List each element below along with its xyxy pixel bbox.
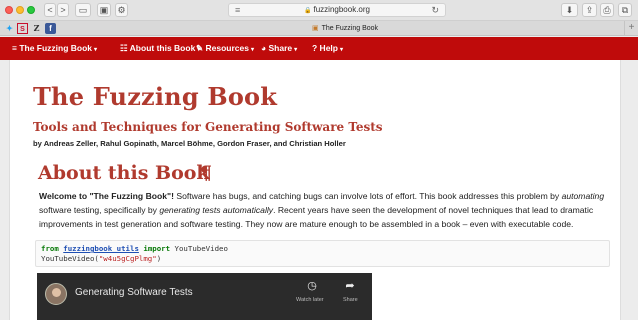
- watch-later-label: Watch later: [296, 297, 324, 303]
- downloads-button[interactable]: ⬇: [561, 3, 578, 17]
- reload-icon[interactable]: ↻: [431, 4, 439, 16]
- chevron-down-icon: ▾: [294, 47, 298, 53]
- share-button[interactable]: ⇪: [582, 3, 597, 17]
- nav-label: ☷ About this Book: [120, 43, 196, 53]
- new-tab-button[interactable]: +: [624, 21, 638, 35]
- sidebar-toggle-button[interactable]: ▭: [75, 3, 91, 17]
- tab-favicon: ▣: [312, 25, 319, 32]
- url-text: fuzzingbook.org: [313, 5, 370, 14]
- address-bar[interactable]: ≡ 🔒 fuzzingbook.org ↻: [228, 3, 446, 17]
- section-heading: About this Book: [38, 162, 210, 184]
- intro-text: Software has bugs, and catching bugs can…: [174, 191, 562, 201]
- anchor-link[interactable]: ¶: [200, 162, 212, 184]
- tab-bar: ✦ S Z f ▣ The Fuzzing Book +: [0, 21, 638, 36]
- sidebar-icon: ▭: [78, 5, 88, 15]
- bookmark-z[interactable]: Z: [31, 23, 42, 34]
- page-title: The Fuzzing Book: [33, 82, 278, 111]
- tabs-icon: ▣: [99, 5, 109, 15]
- print-button[interactable]: ⎙: [600, 3, 614, 17]
- intro-paragraph: Welcome to "The Fuzzing Book"! Software …: [39, 189, 611, 231]
- video-title[interactable]: Generating Software Tests: [75, 287, 193, 298]
- code-line-2: YouTubeVideo("w4u5gCgPlmg"): [41, 254, 604, 264]
- nav-about-this-book[interactable]: ☷ About this Book ▾: [120, 37, 200, 60]
- nav-share[interactable]: ◕ Share ▾: [261, 37, 297, 60]
- channel-avatar[interactable]: [45, 283, 67, 305]
- video-share-label: Share: [343, 297, 358, 303]
- code-name: YouTubeVideo: [170, 244, 228, 253]
- tab-overview-button[interactable]: ⧉: [618, 3, 632, 17]
- nav-the-fuzzing-book[interactable]: ≡ The Fuzzing Book ▾: [12, 37, 97, 60]
- page-content: The Fuzzing Book Tools and Techniques fo…: [9, 60, 621, 320]
- back-button[interactable]: <: [44, 3, 56, 17]
- download-icon: ⬇: [565, 5, 574, 15]
- code-call: YouTubeVideo(: [41, 254, 99, 263]
- nav-resources[interactable]: ✎ Resources ▾: [196, 37, 254, 60]
- active-tab[interactable]: ▣ The Fuzzing Book: [312, 22, 378, 35]
- gear-icon: ⚙: [117, 5, 126, 15]
- browser-toolbar: < > ▭ ▣ ⚙ ≡ 🔒 fuzzingbook.org ↻ ⬇ ⇪ ⎙ ⧉: [0, 0, 638, 21]
- code-keyword: import: [143, 244, 171, 253]
- intro-emphasis: generating tests automatically: [159, 205, 274, 215]
- minimize-window-button[interactable]: [16, 6, 24, 14]
- forward-button[interactable]: >: [57, 3, 69, 17]
- intro-lead: Welcome to "The Fuzzing Book"!: [39, 191, 174, 201]
- share-arrow-icon[interactable]: ➦: [343, 279, 357, 293]
- tab-overview-icon: ⧉: [621, 5, 629, 15]
- printer-icon: ⎙: [603, 5, 611, 15]
- site-navbar: ≡ The Fuzzing Book ▾ ☷ About this Book ▾ ✎…: [0, 37, 638, 60]
- chevron-down-icon: ▾: [250, 47, 254, 53]
- chevron-down-icon: ▾: [339, 47, 343, 53]
- tab-title-text: The Fuzzing Book: [321, 25, 379, 32]
- code-paren: ): [156, 254, 162, 263]
- show-tabs-button[interactable]: ▣: [97, 3, 111, 17]
- reader-icon[interactable]: ≡: [235, 4, 240, 16]
- intro-emphasis: automating: [561, 191, 605, 201]
- code-string: "w4u5gCgPlmg": [98, 254, 157, 263]
- lock-icon: 🔒: [304, 8, 312, 14]
- code-keyword: from: [41, 244, 59, 253]
- close-window-button[interactable]: [5, 6, 13, 14]
- author-line: by Andreas Zeller, Rahul Gopinath, Marce…: [33, 139, 346, 148]
- settings-button[interactable]: ⚙: [115, 3, 128, 17]
- code-cell[interactable]: from fuzzingbook_utils import YouTubeVid…: [35, 240, 610, 267]
- nav-label: ? Help: [312, 43, 338, 53]
- fullscreen-window-button[interactable]: [27, 6, 35, 14]
- clock-icon[interactable]: ◷: [305, 279, 319, 293]
- bookmark-s[interactable]: S: [17, 23, 28, 34]
- nav-label: ◕ Share: [261, 43, 293, 53]
- chevron-down-icon: ▾: [94, 47, 98, 53]
- nav-label: ≡ The Fuzzing Book: [12, 43, 93, 53]
- code-module-link[interactable]: fuzzingbook_utils: [63, 244, 139, 253]
- nav-help[interactable]: ? Help ▾: [312, 37, 343, 60]
- twitter-bookmark-icon[interactable]: ✦: [4, 23, 15, 34]
- intro-text: software testing, specifically by: [39, 205, 160, 215]
- nav-label: ✎ Resources: [196, 43, 249, 53]
- share-icon: ⇪: [585, 5, 594, 15]
- bookmark-facebook[interactable]: f: [45, 23, 56, 34]
- page-subtitle: Tools and Techniques for Generating Soft…: [33, 120, 383, 134]
- code-line-1: from fuzzingbook_utils import YouTubeVid…: [41, 244, 604, 254]
- youtube-video[interactable]: Generating Software Tests ◷ Watch later …: [37, 273, 372, 320]
